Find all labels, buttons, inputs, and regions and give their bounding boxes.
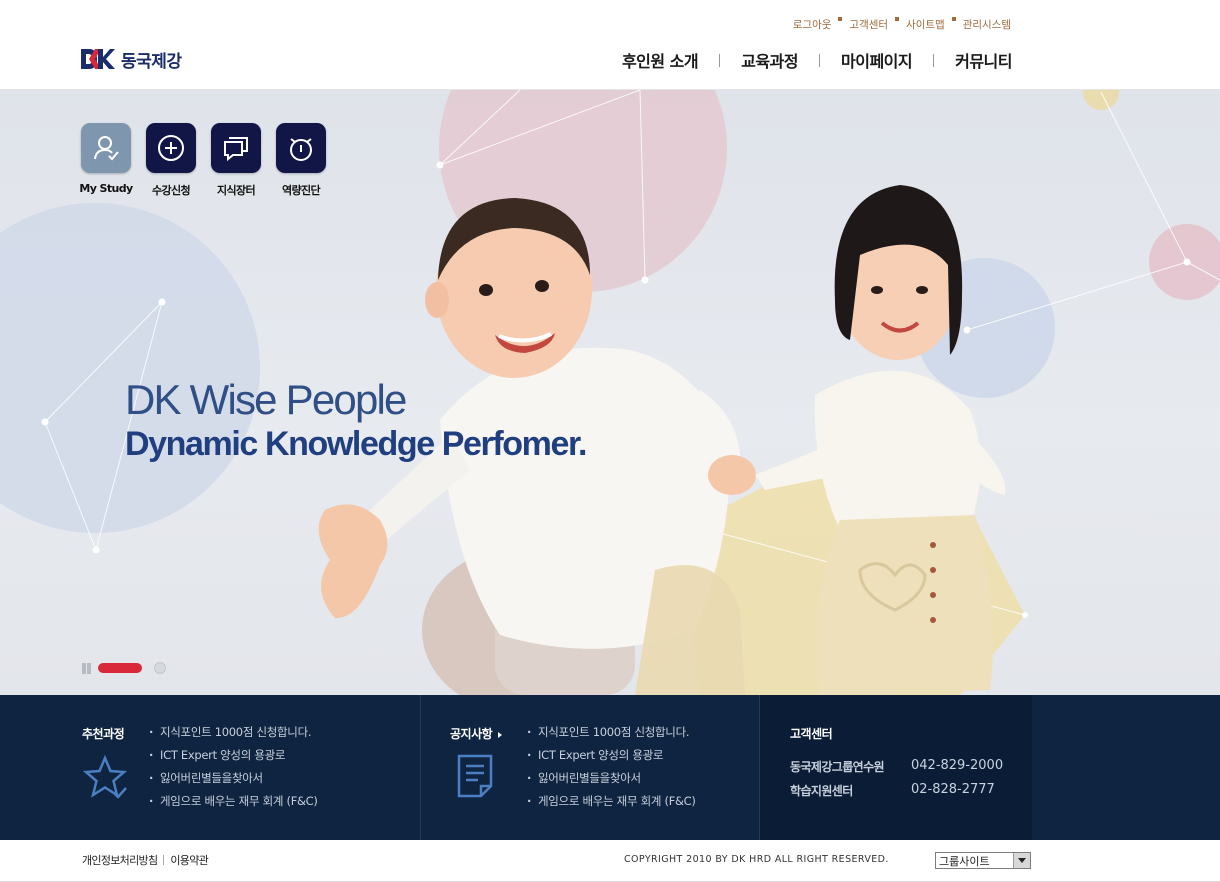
list-item[interactable]: ICT Expert 양성의 용광로 [149, 747, 318, 770]
group-site-select[interactable]: 그룹사이트 [935, 852, 1031, 869]
arrow-right-icon [498, 731, 503, 738]
nav-separator [819, 53, 820, 67]
site-header: 동국제강 로그아웃 고객센터 사이트맵 관리시스템 후인원 소개 교육과정 마이… [0, 0, 1220, 90]
slogan-line-1: DK Wise People [125, 376, 407, 423]
contact-row: 학습지원센터 02-828-2777 [790, 782, 995, 799]
contact-phone: 042-829-2000 [911, 758, 1004, 773]
util-separator [951, 17, 956, 21]
recommended-list: 지식포인트 1000점 신청합니다. ICT Expert 양성의 용광로 잃어… [149, 724, 318, 816]
quick-competency-label: 역량진단 [281, 184, 321, 197]
notice-board: 공지사항 지식포인트 1000점 신청합니다. ICT Expert 양성의 용… [420, 695, 759, 840]
document-icon [457, 754, 493, 798]
group-site-selected: 그룹사이트 [939, 854, 990, 868]
footer-links: 개인정보처리방침 이용약관 [82, 852, 209, 868]
quick-knowledge-market-button[interactable] [211, 123, 261, 173]
main-visual: My Study 수강신청 지식장터 역량진단 DK Wise People D… [0, 90, 1220, 695]
speech-bubble-icon [224, 137, 248, 162]
list-item[interactable]: 잃어버린별들을찾아서 [527, 770, 696, 793]
slide-indicator-active[interactable] [98, 663, 142, 673]
slide-pager [81, 662, 166, 674]
list-item[interactable]: 지식포인트 1000점 신청합니다. [527, 724, 696, 747]
admin-system-link[interactable]: 관리시스템 [963, 17, 1011, 32]
quick-menu: My Study 수강신청 지식장터 역량진단 [79, 123, 326, 198]
contact-name: 학습지원센터 [790, 784, 853, 798]
list-item[interactable]: 지식포인트 1000점 신청합니다. [149, 724, 318, 747]
privacy-policy-link[interactable]: 개인정보처리방침 [82, 852, 158, 868]
site-footer: 개인정보처리방침 이용약관 COPYRIGHT 2010 BY DK HRD A… [0, 840, 1220, 882]
contact-name: 동국제강그룹연수원 [790, 760, 885, 774]
quick-knowledge-market[interactable]: 지식장터 [211, 123, 261, 198]
terms-link[interactable]: 이용약관 [170, 852, 208, 868]
recommended-title: 추천과정 [82, 727, 125, 741]
list-item[interactable]: 게임으로 배우는 재무 회계 (F&C) [149, 793, 318, 816]
quick-competency-button[interactable] [276, 123, 326, 173]
quick-knowledge-market-label: 지식장터 [216, 184, 256, 197]
dk-logo-mark-icon [81, 49, 115, 69]
quick-my-study[interactable]: My Study [79, 123, 133, 198]
logo-text: 동국제강 [121, 51, 182, 72]
dk-logo[interactable]: 동국제강 [81, 47, 182, 72]
plus-circle-icon [158, 135, 184, 161]
quick-enroll[interactable]: 수강신청 [146, 123, 196, 198]
customer-center-link[interactable]: 고객센터 [849, 17, 888, 32]
notice-title-label: 공지사항 [450, 727, 493, 741]
util-separator [895, 17, 900, 21]
quick-enroll-button[interactable] [146, 123, 196, 173]
nav-item-courses[interactable]: 교육과정 [741, 48, 798, 72]
nav-separator [933, 53, 935, 67]
contact-phone: 02-828-2777 [911, 782, 995, 797]
footer-separator [163, 855, 165, 865]
sitemap-link[interactable]: 사이트맵 [906, 17, 945, 32]
list-item[interactable]: 게임으로 배우는 재무 회계 (F&C) [527, 793, 696, 816]
nav-item-mypage[interactable]: 마이페이지 [841, 48, 913, 72]
nav-item-about[interactable]: 후인원 소개 [622, 48, 699, 72]
info-band: 추천과정 지식포인트 1000점 신청합니다. ICT Expert 양성의 용… [0, 695, 1220, 840]
slogan-line-2: Dynamic Knowledge Perfomer. [125, 425, 587, 463]
nav-item-community[interactable]: 커뮤니티 [955, 48, 1012, 72]
utility-nav: 로그아웃 고객센터 사이트맵 관리시스템 [793, 17, 1011, 32]
person-check-icon [94, 136, 119, 161]
recommended-courses: 추천과정 지식포인트 1000점 신청합니다. ICT Expert 양성의 용… [0, 695, 420, 840]
logout-link[interactable]: 로그아웃 [793, 17, 832, 32]
quick-my-study-button[interactable] [81, 123, 131, 173]
quick-my-study-label: My Study [79, 182, 133, 195]
alarm-clock-icon [290, 138, 312, 161]
notice-list: 지식포인트 1000점 신청합니다. ICT Expert 양성의 용광로 잃어… [527, 724, 696, 816]
star-check-icon [82, 755, 128, 799]
list-item[interactable]: ICT Expert 양성의 용광로 [527, 747, 696, 770]
quick-competency[interactable]: 역량진단 [276, 123, 326, 198]
customer-center: 고객센터 동국제강그룹연수원 042-829-2000 학습지원센터 02-82… [759, 695, 1032, 840]
chevron-down-icon[interactable] [1013, 853, 1030, 868]
nav-separator [719, 53, 721, 67]
main-nav: 후인원 소개 교육과정 마이페이지 커뮤니티 [622, 48, 1013, 72]
customer-center-title: 고객센터 [790, 727, 833, 741]
quick-enroll-label: 수강신청 [151, 184, 191, 197]
contact-row: 동국제강그룹연수원 042-829-2000 [790, 758, 1003, 775]
slide-indicator[interactable] [154, 662, 166, 674]
list-item[interactable]: 잃어버린별들을찾아서 [149, 770, 318, 793]
copyright-text: COPYRIGHT 2010 BY DK HRD ALL RIGHT RESER… [624, 854, 889, 865]
notice-title[interactable]: 공지사항 [450, 725, 503, 742]
pause-icon[interactable] [81, 662, 92, 674]
children-photo [318, 185, 1006, 695]
util-separator [838, 17, 843, 21]
